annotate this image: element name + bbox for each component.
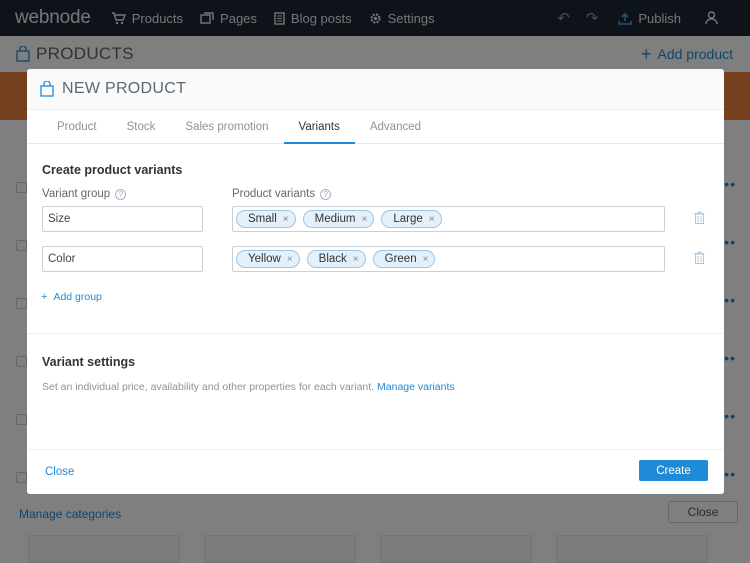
dialog-header: NEW PRODUCT xyxy=(27,69,724,110)
dialog-title-text: NEW PRODUCT xyxy=(62,80,187,97)
dialog-footer: Close Create xyxy=(27,449,724,494)
product-variants-label: Product variants ? xyxy=(232,188,332,200)
dialog-title: NEW PRODUCT xyxy=(40,80,186,98)
variant-group-input[interactable]: Color xyxy=(42,246,203,272)
variant-settings-description: Set an individual price, availability an… xyxy=(42,381,455,393)
remove-tag-icon[interactable]: × xyxy=(362,214,368,225)
remove-tag-icon[interactable]: × xyxy=(283,214,289,225)
variant-settings-title: Variant settings xyxy=(42,355,136,369)
variant-tag: Small × xyxy=(236,210,296,228)
variant-group-label-text: Variant group xyxy=(42,188,111,200)
remove-tag-icon[interactable]: × xyxy=(423,254,429,265)
variant-tag-label: Yellow xyxy=(248,253,281,265)
product-variants-label-text: Product variants xyxy=(232,188,316,200)
tab-variants[interactable]: Variants xyxy=(283,110,356,144)
remove-tag-icon[interactable]: × xyxy=(353,254,359,265)
add-group-label: Add group xyxy=(53,291,102,303)
variant-tag: Black × xyxy=(306,250,366,268)
tab-advanced[interactable]: Advanced xyxy=(355,110,436,143)
variant-tag-label: Large xyxy=(393,213,423,225)
dialog-tabs: Product Stock Sales promotion Variants A… xyxy=(27,110,724,144)
plus-icon: + xyxy=(41,291,48,303)
create-button[interactable]: Create xyxy=(639,460,708,481)
add-group-button[interactable]: + Add group xyxy=(41,291,102,303)
variant-tags-input[interactable]: Yellow × Black × Green × xyxy=(232,246,665,272)
remove-tag-icon[interactable]: × xyxy=(429,214,435,225)
variant-tag-label: Black xyxy=(318,253,347,265)
new-product-dialog: NEW PRODUCT Product Stock Sales promotio… xyxy=(27,69,724,494)
variant-group-input[interactable]: Size xyxy=(42,206,203,232)
variant-tag: Medium × xyxy=(302,210,375,228)
trash-icon[interactable] xyxy=(694,251,705,264)
bag-icon xyxy=(40,81,54,97)
tab-product[interactable]: Product xyxy=(42,110,112,143)
variant-tag-label: Green xyxy=(384,253,417,265)
variant-tags-input[interactable]: Small × Medium × Large × xyxy=(232,206,665,232)
variant-settings-text: Set an individual price, availability an… xyxy=(42,381,375,393)
help-icon[interactable]: ? xyxy=(115,188,127,200)
variant-tag-label: Small xyxy=(248,213,277,225)
manage-variants-link[interactable]: Manage variants xyxy=(377,381,455,393)
create-variants-title: Create product variants xyxy=(42,163,183,177)
help-icon[interactable]: ? xyxy=(320,188,332,200)
tab-stock[interactable]: Stock xyxy=(112,110,171,143)
remove-tag-icon[interactable]: × xyxy=(287,254,293,265)
tab-sales-promotion[interactable]: Sales promotion xyxy=(170,110,283,143)
section-divider xyxy=(27,333,724,334)
close-button[interactable]: Close xyxy=(45,466,74,478)
variant-tag: Large × xyxy=(381,210,442,228)
variant-tag-label: Medium xyxy=(314,213,356,225)
variant-group-label: Variant group ? xyxy=(42,188,127,200)
variant-tag: Green × xyxy=(372,250,436,268)
variant-tag: Yellow × xyxy=(236,250,300,268)
trash-icon[interactable] xyxy=(694,211,705,224)
